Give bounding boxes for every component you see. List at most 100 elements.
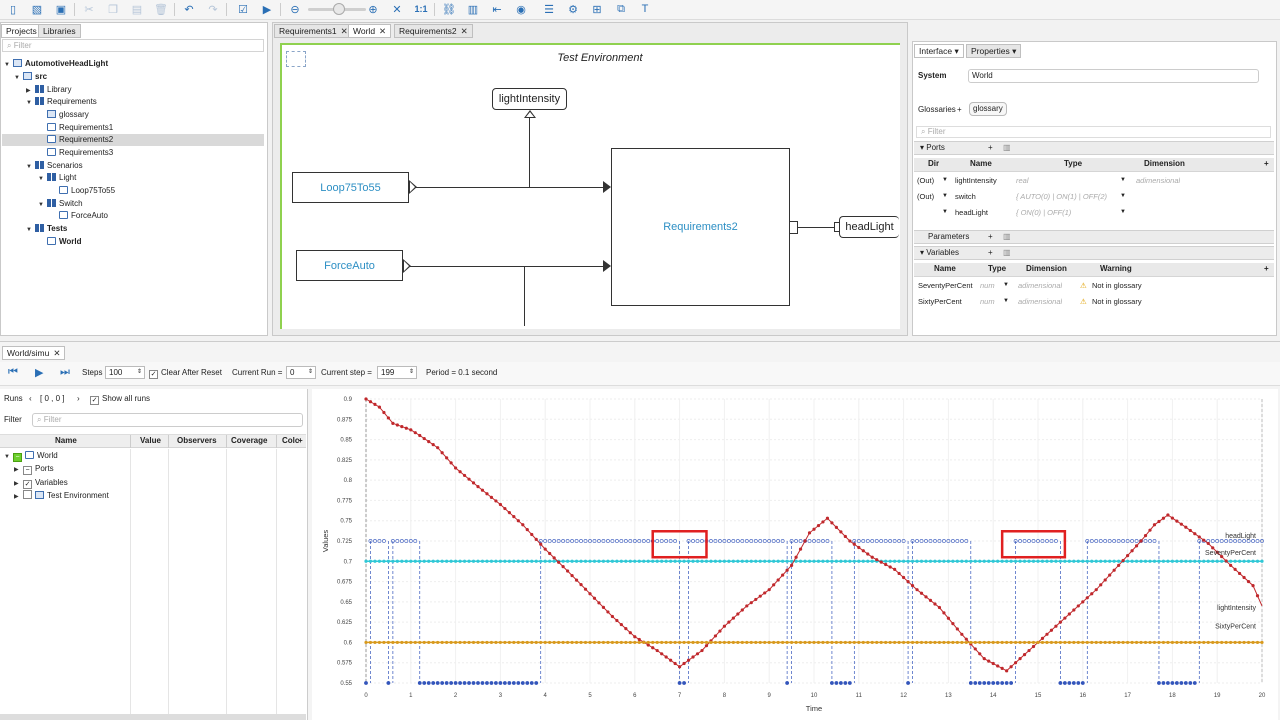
add-icon[interactable]: + [988,142,993,154]
add-column-icon[interactable]: + [1264,263,1269,275]
port-dimension[interactable]: adimensional [1136,174,1180,187]
dropdown-arrow-icon[interactable]: ▼ [942,190,948,203]
tab-projects[interactable]: Projects [1,24,42,38]
project-filter-input[interactable]: ⌕ Filter [2,39,264,52]
tree-row-test-environment[interactable]: ▶ Test Environment [14,490,109,502]
dropdown-arrow-icon[interactable]: ▼ [1120,190,1126,203]
save-icon[interactable]: ▣ [54,2,68,16]
copy-icon[interactable]: ❐ [106,2,120,16]
tree-item-library[interactable]: ▶ Library [26,84,264,96]
show-all-runs-checkbox[interactable]: ✓ Show all runs [90,393,150,405]
add-column-icon[interactable]: + [298,435,303,447]
variable-dimension[interactable]: adimensional [1018,295,1062,308]
port-name[interactable]: lightIntensity [955,174,997,187]
new-project-icon[interactable]: ▧ [30,2,44,16]
zoom-reset-button[interactable]: 1:1 [412,2,430,16]
partial-check-icon[interactable]: − [13,453,22,462]
tree-row-ports[interactable]: ▶ − Ports [14,463,54,475]
zoom-out-icon[interactable]: ⊖ [288,2,302,16]
system-name-input[interactable]: World [968,69,1259,83]
delete-icon[interactable]: 🗑 [154,2,168,16]
tab-libraries[interactable]: Libraries [38,24,81,38]
fast-forward-icon[interactable]: ⏭ [60,366,70,379]
table-icon[interactable]: ▥ [1003,231,1011,243]
tree-item-glossary[interactable]: glossary [38,109,264,121]
ports-section-header[interactable]: ▾ Ports + ▥ [914,141,1274,155]
variable-name[interactable]: SeventyPerCent [918,279,973,292]
dropdown-arrow-icon[interactable]: ▼ [1120,174,1126,187]
block-headlight[interactable]: headLight [839,216,899,238]
tree-item-requirements1[interactable]: Requirements1 [38,122,264,134]
clear-after-reset-checkbox[interactable]: ✓ Clear After Reset [149,367,222,379]
cut-icon[interactable]: ✂ [82,2,96,16]
close-icon[interactable]: ✕ [53,348,60,358]
properties-filter-input[interactable]: ⌕ Filter [916,126,1271,138]
partial-check-icon[interactable]: − [23,466,32,475]
port-name[interactable]: switch [955,190,976,203]
tree-item-automotiveheadlight[interactable]: ▼ AutomotiveHeadLight [4,58,264,70]
text-icon[interactable]: T [638,2,652,16]
document-icon[interactable]: ▥ [466,2,480,16]
port-type[interactable]: { ON(0) | OFF(1) [1016,206,1116,219]
horizontal-scrollbar[interactable] [0,714,306,720]
hierarchy-icon[interactable]: ⊞ [590,2,604,16]
block-forceauto[interactable]: ForceAuto [296,250,403,281]
port-type[interactable]: real [1016,174,1116,187]
variable-name[interactable]: SixtyPerCent [918,295,962,308]
current-step-input[interactable]: 199 ⇕ [377,366,417,379]
add-column-icon[interactable]: + [1264,158,1269,170]
tree-item-requirements3[interactable]: Requirements3 [38,147,264,159]
dropdown-arrow-icon[interactable]: ▼ [1003,279,1009,292]
redo-icon[interactable]: ↷ [206,2,220,16]
tab-properties[interactable]: Properties ▾ [966,44,1022,58]
layout-icon[interactable]: ⚙ [566,2,580,16]
arrow-left-icon[interactable]: ⇤ [490,2,504,16]
tree-item-requirements2[interactable]: Requirements2 [2,134,264,146]
variable-type[interactable]: num [980,279,995,292]
close-icon[interactable]: ✕ [341,26,348,36]
block-loop75to55[interactable]: Loop75To55 [292,172,409,203]
fit-icon[interactable]: ✕ [390,2,404,16]
checkbox-icon[interactable] [23,490,32,499]
link-icon[interactable]: ⛓ [442,2,456,16]
tree-item-src[interactable]: ▼ src [14,71,264,83]
table-icon[interactable]: ▥ [1003,247,1011,259]
play-icon[interactable]: ▶ [35,366,43,379]
tree-item-scenarios[interactable]: ▼ Scenarios [26,160,264,172]
tab-requirements2[interactable]: Requirements2 ✕ [394,24,473,38]
eye-icon[interactable]: ◉ [514,2,528,16]
tab-requirements1[interactable]: Requirements1 ✕ [274,24,353,38]
variable-dimension[interactable]: adimensional [1018,279,1062,292]
list-icon[interactable]: ☰ [542,2,556,16]
tree-item-switch[interactable]: ▼ Switch [38,198,264,210]
add-glossary-button[interactable]: + [957,104,962,116]
copy-model-icon[interactable]: ⧉ [614,2,628,16]
tree-item-loop75to55[interactable]: Loop75To55 [50,185,264,197]
port-dir[interactable]: (Out) [917,190,934,203]
tree-row-variables[interactable]: ▶ ✓ Variables [14,477,68,489]
variables-section-header[interactable]: ▾ Variables + ▥ [914,246,1274,260]
add-icon[interactable]: + [988,247,993,259]
variables-filter-input[interactable]: ⌕ Filter [32,413,303,427]
table-icon[interactable]: ▥ [1003,142,1011,154]
tab-world-simu[interactable]: World/simu ✕ [2,346,66,360]
port-name[interactable]: headLight [955,206,988,219]
block-light-intensity[interactable]: lightIntensity [492,88,567,110]
steps-input[interactable]: 100 ⇕ [105,366,145,379]
close-icon[interactable]: ✕ [461,26,468,36]
glossary-chip[interactable]: glossary [969,102,1007,116]
dropdown-arrow-icon[interactable]: ▼ [942,174,948,187]
current-run-input[interactable]: 0 ⇕ [286,366,316,379]
tab-world[interactable]: World ✕ [348,24,392,38]
tree-item-tests[interactable]: ▼ Tests [26,223,264,235]
tree-item-requirements[interactable]: ▼ Requirements [26,96,264,108]
tab-interface[interactable]: Interface ▾ [914,44,964,58]
port-type[interactable]: { AUTO(0) | ON(1) | OFF(2) [1016,190,1116,203]
add-icon[interactable]: + [988,231,993,243]
new-file-icon[interactable]: ▯ [6,2,20,16]
runs-prev-icon[interactable]: ‹ [29,393,32,405]
paste-icon[interactable]: ▤ [130,2,144,16]
dropdown-arrow-icon[interactable]: ▼ [942,206,948,219]
tree-item-forceauto[interactable]: ForceAuto [50,210,264,222]
runs-next-icon[interactable]: › [77,393,80,405]
